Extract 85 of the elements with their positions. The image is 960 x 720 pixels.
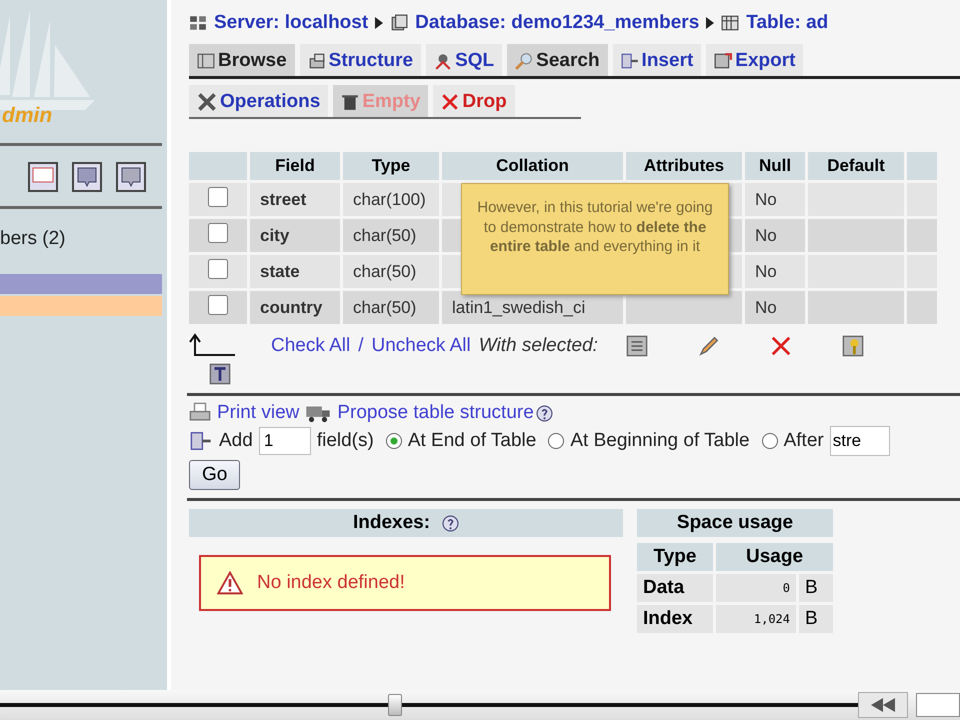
seek-slider[interactable] — [0, 692, 858, 718]
table-cell: B — [799, 605, 833, 633]
warning-message: No index defined! — [257, 572, 405, 594]
tab[interactable]: Insert — [612, 44, 702, 76]
help-icon[interactable] — [536, 404, 553, 422]
rewind-button[interactable] — [858, 692, 908, 718]
column-header: Collation — [442, 152, 623, 180]
table-cell: 0 — [716, 574, 796, 602]
table-cell: No — [745, 291, 805, 324]
tab[interactable]: Operations — [189, 85, 328, 117]
help-icon[interactable] — [442, 514, 460, 532]
table-cell: country — [250, 291, 340, 324]
add-label: Add — [219, 430, 253, 452]
rewind-icon — [870, 698, 896, 712]
server-icon — [189, 14, 207, 32]
arrow-right-icon — [375, 17, 384, 29]
pencil-icon[interactable] — [698, 335, 720, 357]
table-cell: city — [250, 219, 340, 252]
indexes-title: Indexes: — [352, 512, 430, 534]
column-header: Attributes — [626, 152, 742, 180]
radio-label: After — [784, 430, 824, 452]
column-header: Type — [637, 543, 713, 571]
row-checkbox[interactable] — [208, 187, 228, 207]
table-cell: street — [250, 183, 340, 216]
logo-text: dmin — [2, 104, 52, 128]
separator-text: / — [358, 335, 364, 357]
column-select[interactable]: stre — [830, 426, 890, 456]
table-icon — [721, 14, 740, 32]
row-checkbox[interactable] — [208, 223, 228, 243]
check-all-link[interactable]: Check All — [271, 335, 350, 357]
column-header: Type — [343, 152, 439, 180]
key-icon[interactable] — [842, 335, 864, 357]
table-cell: Data — [637, 574, 713, 602]
warning-icon — [217, 571, 243, 595]
tab[interactable]: Drop — [433, 85, 515, 117]
table-cell: state — [250, 255, 340, 288]
column-header: Usage — [716, 543, 833, 571]
table-cell: No — [745, 183, 805, 216]
table-cell: char(50) — [343, 219, 439, 252]
propose-structure-link[interactable]: Propose table structure — [337, 402, 534, 424]
breadcrumb-link[interactable]: Server: localhost — [214, 12, 368, 34]
radio-label: At End of Table — [408, 430, 536, 452]
radio-label: At Beginning of Table — [570, 430, 750, 452]
table-cell: 1,024 — [716, 605, 796, 633]
arrow-right-icon — [706, 17, 714, 29]
delete-icon[interactable] — [770, 335, 792, 357]
table-cell: B — [799, 574, 833, 602]
database-icon — [390, 14, 408, 32]
table-cell: char(100) — [343, 183, 439, 216]
slider-thumb[interactable] — [388, 694, 402, 716]
table-cell: char(50) — [343, 291, 439, 324]
radio-button[interactable] — [548, 433, 564, 449]
table-cell: char(50) — [343, 255, 439, 288]
field-count-input[interactable]: 1 — [258, 427, 311, 455]
fields-label: field(s) — [316, 430, 374, 452]
database-link[interactable]: bers (2) — [0, 228, 167, 250]
breadcrumb-link[interactable]: Database: demo1234_members — [415, 12, 700, 34]
column-header: Default — [808, 152, 904, 180]
table-cell: No — [745, 219, 805, 252]
tab[interactable]: SQL — [426, 44, 502, 76]
magnifier-icon — [515, 52, 534, 70]
tab[interactable]: Export — [706, 44, 804, 76]
with-selected-label: With selected: — [478, 335, 598, 357]
tools-icon — [197, 92, 217, 112]
space-usage-title: Space usage — [637, 509, 833, 537]
chat-bubble-icon[interactable] — [116, 161, 146, 193]
uncheck-all-link[interactable]: Uncheck All — [371, 335, 471, 357]
delete-icon — [441, 93, 460, 111]
print-view-link[interactable]: Print view — [217, 402, 300, 424]
time-field — [916, 693, 960, 717]
tutorial-callout: However, in this tutorial we're going to demonstrate how to delete the entire table and everything in it — [461, 183, 729, 295]
go-button[interactable]: Go — [189, 460, 240, 490]
radio-button[interactable] — [386, 433, 402, 449]
table-cell: No — [745, 255, 805, 288]
table-cell: latin1_swedish_ci — [452, 298, 586, 316]
table-icon — [197, 52, 215, 70]
row-checkbox[interactable] — [208, 259, 228, 279]
tab[interactable]: Structure — [300, 44, 422, 76]
column-header: Null — [745, 152, 805, 180]
row-checkbox[interactable] — [208, 295, 228, 315]
breadcrumb-link[interactable]: Table: ad — [746, 12, 828, 34]
radio-button[interactable] — [762, 433, 778, 449]
table-cell: Index — [637, 605, 713, 633]
column-header: Field — [250, 152, 340, 180]
trash-icon — [341, 93, 360, 111]
